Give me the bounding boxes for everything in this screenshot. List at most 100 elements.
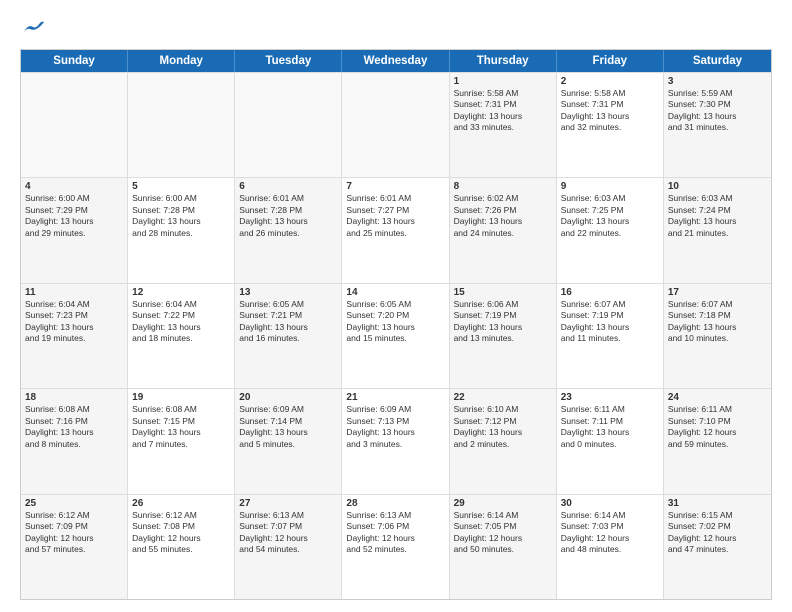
cell-text: Sunrise: 6:14 AM Sunset: 7:03 PM Dayligh… [561, 510, 659, 556]
header-day-sunday: Sunday [21, 50, 128, 72]
day-number: 14 [346, 287, 444, 298]
cal-cell: 22Sunrise: 6:10 AM Sunset: 7:12 PM Dayli… [450, 389, 557, 493]
cal-cell: 11Sunrise: 6:04 AM Sunset: 7:23 PM Dayli… [21, 284, 128, 388]
day-number: 22 [454, 392, 552, 403]
cell-text: Sunrise: 5:58 AM Sunset: 7:31 PM Dayligh… [561, 88, 659, 134]
cell-text: Sunrise: 6:08 AM Sunset: 7:16 PM Dayligh… [25, 404, 123, 450]
cell-text: Sunrise: 6:04 AM Sunset: 7:22 PM Dayligh… [132, 299, 230, 345]
header [20, 18, 772, 39]
cell-text: Sunrise: 6:02 AM Sunset: 7:26 PM Dayligh… [454, 193, 552, 239]
page: SundayMondayTuesdayWednesdayThursdayFrid… [0, 0, 792, 612]
cell-text: Sunrise: 6:09 AM Sunset: 7:14 PM Dayligh… [239, 404, 337, 450]
cal-cell: 9Sunrise: 6:03 AM Sunset: 7:25 PM Daylig… [557, 178, 664, 282]
cal-cell: 12Sunrise: 6:04 AM Sunset: 7:22 PM Dayli… [128, 284, 235, 388]
cal-cell: 18Sunrise: 6:08 AM Sunset: 7:16 PM Dayli… [21, 389, 128, 493]
week-row-4: 18Sunrise: 6:08 AM Sunset: 7:16 PM Dayli… [21, 388, 771, 493]
day-number: 18 [25, 392, 123, 403]
cal-cell: 2Sunrise: 5:58 AM Sunset: 7:31 PM Daylig… [557, 73, 664, 177]
day-number: 16 [561, 287, 659, 298]
cell-text: Sunrise: 6:05 AM Sunset: 7:21 PM Dayligh… [239, 299, 337, 345]
cal-cell: 19Sunrise: 6:08 AM Sunset: 7:15 PM Dayli… [128, 389, 235, 493]
cell-text: Sunrise: 6:04 AM Sunset: 7:23 PM Dayligh… [25, 299, 123, 345]
cell-text: Sunrise: 6:11 AM Sunset: 7:11 PM Dayligh… [561, 404, 659, 450]
cal-cell: 26Sunrise: 6:12 AM Sunset: 7:08 PM Dayli… [128, 495, 235, 599]
header-day-wednesday: Wednesday [342, 50, 449, 72]
day-number: 19 [132, 392, 230, 403]
day-number: 7 [346, 181, 444, 192]
cell-text: Sunrise: 6:11 AM Sunset: 7:10 PM Dayligh… [668, 404, 767, 450]
cal-cell: 1Sunrise: 5:58 AM Sunset: 7:31 PM Daylig… [450, 73, 557, 177]
cell-text: Sunrise: 6:00 AM Sunset: 7:29 PM Dayligh… [25, 193, 123, 239]
day-number: 15 [454, 287, 552, 298]
day-number: 17 [668, 287, 767, 298]
day-number: 12 [132, 287, 230, 298]
cal-cell: 30Sunrise: 6:14 AM Sunset: 7:03 PM Dayli… [557, 495, 664, 599]
cell-text: Sunrise: 6:01 AM Sunset: 7:27 PM Dayligh… [346, 193, 444, 239]
day-number: 23 [561, 392, 659, 403]
cell-text: Sunrise: 6:12 AM Sunset: 7:08 PM Dayligh… [132, 510, 230, 556]
week-row-3: 11Sunrise: 6:04 AM Sunset: 7:23 PM Dayli… [21, 283, 771, 388]
day-number: 2 [561, 76, 659, 87]
cell-text: Sunrise: 6:07 AM Sunset: 7:18 PM Dayligh… [668, 299, 767, 345]
day-number: 13 [239, 287, 337, 298]
cal-cell: 5Sunrise: 6:00 AM Sunset: 7:28 PM Daylig… [128, 178, 235, 282]
cal-cell: 21Sunrise: 6:09 AM Sunset: 7:13 PM Dayli… [342, 389, 449, 493]
cal-cell [21, 73, 128, 177]
day-number: 24 [668, 392, 767, 403]
cell-text: Sunrise: 5:58 AM Sunset: 7:31 PM Dayligh… [454, 88, 552, 134]
logo [20, 18, 44, 39]
cal-cell: 14Sunrise: 6:05 AM Sunset: 7:20 PM Dayli… [342, 284, 449, 388]
cell-text: Sunrise: 6:09 AM Sunset: 7:13 PM Dayligh… [346, 404, 444, 450]
day-number: 28 [346, 498, 444, 509]
cell-text: Sunrise: 6:15 AM Sunset: 7:02 PM Dayligh… [668, 510, 767, 556]
day-number: 20 [239, 392, 337, 403]
cell-text: Sunrise: 6:06 AM Sunset: 7:19 PM Dayligh… [454, 299, 552, 345]
cal-cell: 24Sunrise: 6:11 AM Sunset: 7:10 PM Dayli… [664, 389, 771, 493]
cal-cell: 8Sunrise: 6:02 AM Sunset: 7:26 PM Daylig… [450, 178, 557, 282]
header-day-saturday: Saturday [664, 50, 771, 72]
calendar-header: SundayMondayTuesdayWednesdayThursdayFrid… [21, 50, 771, 72]
logo-blue [20, 18, 44, 39]
header-day-tuesday: Tuesday [235, 50, 342, 72]
day-number: 3 [668, 76, 767, 87]
day-number: 27 [239, 498, 337, 509]
week-row-2: 4Sunrise: 6:00 AM Sunset: 7:29 PM Daylig… [21, 177, 771, 282]
cal-cell: 6Sunrise: 6:01 AM Sunset: 7:28 PM Daylig… [235, 178, 342, 282]
day-number: 11 [25, 287, 123, 298]
day-number: 4 [25, 181, 123, 192]
cal-cell: 16Sunrise: 6:07 AM Sunset: 7:19 PM Dayli… [557, 284, 664, 388]
day-number: 5 [132, 181, 230, 192]
day-number: 1 [454, 76, 552, 87]
cal-cell: 31Sunrise: 6:15 AM Sunset: 7:02 PM Dayli… [664, 495, 771, 599]
header-day-monday: Monday [128, 50, 235, 72]
cal-cell: 27Sunrise: 6:13 AM Sunset: 7:07 PM Dayli… [235, 495, 342, 599]
cal-cell [128, 73, 235, 177]
day-number: 30 [561, 498, 659, 509]
cal-cell: 15Sunrise: 6:06 AM Sunset: 7:19 PM Dayli… [450, 284, 557, 388]
cal-cell: 4Sunrise: 6:00 AM Sunset: 7:29 PM Daylig… [21, 178, 128, 282]
cal-cell: 23Sunrise: 6:11 AM Sunset: 7:11 PM Dayli… [557, 389, 664, 493]
cal-cell [342, 73, 449, 177]
cell-text: Sunrise: 6:13 AM Sunset: 7:06 PM Dayligh… [346, 510, 444, 556]
day-number: 29 [454, 498, 552, 509]
day-number: 8 [454, 181, 552, 192]
cell-text: Sunrise: 6:08 AM Sunset: 7:15 PM Dayligh… [132, 404, 230, 450]
cal-cell: 13Sunrise: 6:05 AM Sunset: 7:21 PM Dayli… [235, 284, 342, 388]
cell-text: Sunrise: 6:03 AM Sunset: 7:25 PM Dayligh… [561, 193, 659, 239]
day-number: 31 [668, 498, 767, 509]
cell-text: Sunrise: 6:03 AM Sunset: 7:24 PM Dayligh… [668, 193, 767, 239]
cell-text: Sunrise: 6:12 AM Sunset: 7:09 PM Dayligh… [25, 510, 123, 556]
calendar: SundayMondayTuesdayWednesdayThursdayFrid… [20, 49, 772, 600]
week-row-1: 1Sunrise: 5:58 AM Sunset: 7:31 PM Daylig… [21, 72, 771, 177]
cell-text: Sunrise: 6:10 AM Sunset: 7:12 PM Dayligh… [454, 404, 552, 450]
cal-cell: 7Sunrise: 6:01 AM Sunset: 7:27 PM Daylig… [342, 178, 449, 282]
cell-text: Sunrise: 6:14 AM Sunset: 7:05 PM Dayligh… [454, 510, 552, 556]
header-day-thursday: Thursday [450, 50, 557, 72]
cell-text: Sunrise: 6:05 AM Sunset: 7:20 PM Dayligh… [346, 299, 444, 345]
day-number: 9 [561, 181, 659, 192]
cal-cell [235, 73, 342, 177]
cell-text: Sunrise: 6:00 AM Sunset: 7:28 PM Dayligh… [132, 193, 230, 239]
header-day-friday: Friday [557, 50, 664, 72]
cal-cell: 20Sunrise: 6:09 AM Sunset: 7:14 PM Dayli… [235, 389, 342, 493]
cell-text: Sunrise: 6:13 AM Sunset: 7:07 PM Dayligh… [239, 510, 337, 556]
